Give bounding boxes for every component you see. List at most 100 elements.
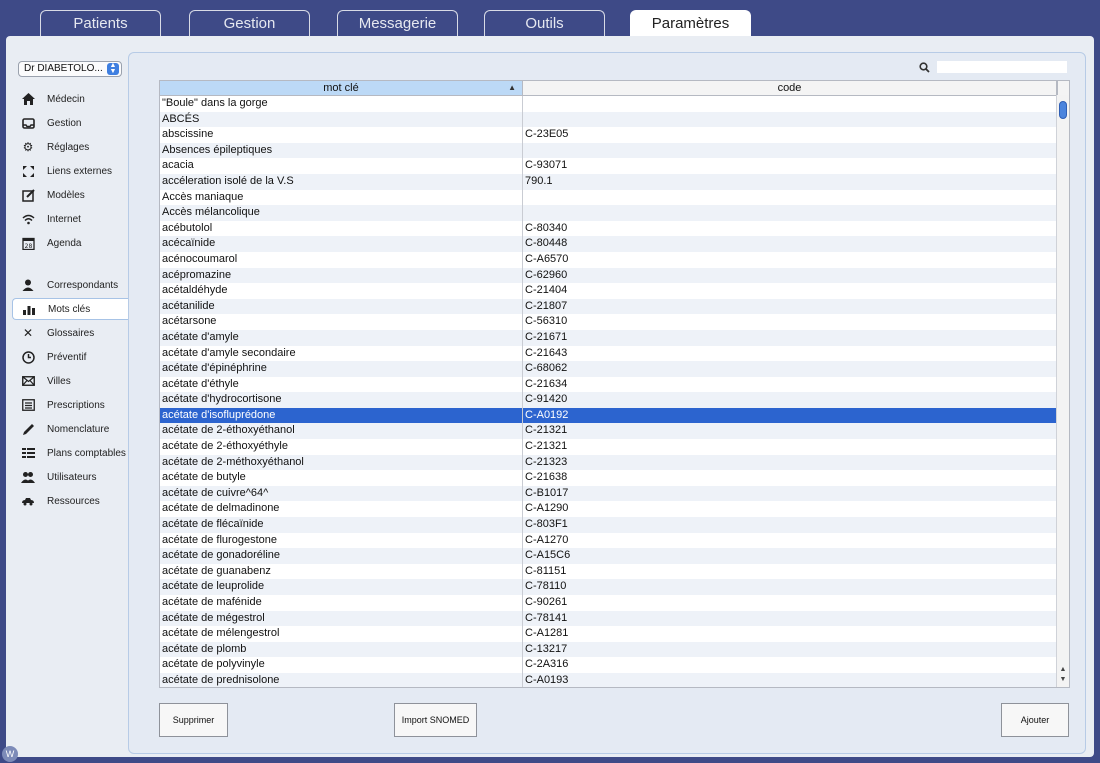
delete-button[interactable]: Supprimer [159,703,228,737]
table-row[interactable]: acétate de flécaïnide C-803F1 [160,517,1057,533]
table-header: mot clé ▲ code [160,81,1057,96]
table-row[interactable]: ABCÉS [160,111,1057,128]
table-row[interactable]: "Boule" dans la gorge [160,96,1057,112]
tab-outils[interactable]: Outils [484,10,605,36]
tab-patients[interactable]: Patients [40,10,161,36]
cell-code: C-91420 [525,393,568,406]
cell-mot-cle: abscissine [160,127,523,143]
table-row[interactable]: acépromazine C-62960 [160,267,1057,284]
sidebar-item-agenda[interactable]: 28 Agenda [12,232,128,254]
cell-code [523,205,1057,221]
sidebar-item-nomenclature[interactable]: Nomenclature [12,418,128,440]
cell-mot-cle: acétate d'amyle secondaire [160,345,523,362]
table-row[interactable]: acétate de flurogestone C-A1270 [160,532,1057,549]
sidebar-item-villes[interactable]: Villes [12,370,128,392]
table-row[interactable]: acétate de polyvinyle C-2A316 [160,657,1057,673]
table-row[interactable]: abscissine C-23E05 [160,127,1057,143]
table-row[interactable]: acétate de mélengestrol C-A1281 [160,626,1057,642]
import-snomed-button[interactable]: Import SNOMED [394,703,477,737]
vertical-scrollbar[interactable]: ▲ ▼ [1056,95,1069,687]
tab-gestion[interactable]: Gestion [189,10,310,36]
table-row[interactable]: acétate de delmadinone C-A1290 [160,501,1057,518]
cell-mot-cle: acétate de guanabenz [160,563,523,580]
cell-mot-cle: acétate de cuivre^64^ [160,485,523,502]
scroll-up-icon[interactable]: ▲ [1057,665,1069,675]
table-row[interactable]: acétate de butyle C-21638 [160,470,1057,486]
scroll-down-icon[interactable]: ▼ [1057,675,1069,685]
search-input[interactable] [937,61,1067,73]
cell-mot-cle: acétate de mégestrol [160,610,523,627]
cell-mot-cle: acétate de 2-éthoxyéthyle [160,439,523,455]
table-row[interactable]: acétate de plomb C-13217 [160,641,1057,658]
table-row[interactable]: acétate d'amyle C-21671 [160,329,1057,346]
cell-mot-cle: acétate de polyvinyle [160,657,523,673]
house-icon [21,92,35,106]
table-row[interactable]: accéleration isolé de la V.S 790.1 [160,173,1057,190]
bar-chart-icon [22,302,36,316]
table-row[interactable]: Absences épileptiques [160,142,1057,159]
table-row[interactable]: acénocoumarol C-A6570 [160,251,1057,268]
cell-mot-cle: ABCÉS [160,111,523,128]
table-row[interactable]: acétate de mégestrol C-78141 [160,610,1057,627]
table-body: "Boule" dans la gorge ABCÉS abscissine C-23… [160,96,1057,687]
table-row[interactable]: acétate d'hydrocortisone C-91420 [160,392,1057,408]
table-row[interactable]: acétate de prednisolone C-A0193 [160,672,1057,687]
sidebar-item-label: Nomenclature [47,423,110,435]
table-row[interactable]: acétarsone C-56310 [160,314,1057,330]
table-row[interactable]: acébutolol C-80340 [160,220,1057,237]
sidebar-item-medecin[interactable]: Médecin [12,88,128,110]
table-row[interactable]: acacia C-93071 [160,158,1057,174]
table-row[interactable]: Accès mélancolique [160,205,1057,221]
cell-code: C-13217 [525,642,568,655]
table-row[interactable]: acétate de mafénide C-90261 [160,595,1057,611]
sidebar-item-gestion[interactable]: Gestion [12,112,128,134]
tab-messagerie[interactable]: Messagerie [337,10,458,36]
cell-mot-cle: acétate d'épinéphrine [160,361,523,377]
cell-code: C-23E05 [525,128,569,141]
sidebar-item-internet[interactable]: Internet [12,208,128,230]
table-row[interactable]: acétate de 2-méthoxyéthanol C-21323 [160,454,1057,471]
table-row[interactable]: acétaldéhyde C-21404 [160,283,1057,299]
doctor-select[interactable]: Dr DIABETOLO... ▲ ▼ [18,61,122,77]
table-row[interactable]: acétanilide C-21807 [160,298,1057,315]
cell-code: C-A0192 [525,408,569,421]
table-row[interactable]: acétate de 2-éthoxyéthanol C-21321 [160,423,1057,440]
sidebar-item-ressources[interactable]: Ressources [12,490,128,512]
cell-mot-cle: acétate de leuprolide [160,579,523,595]
tab-parametres[interactable]: Paramètres [630,10,751,36]
sidebar-item-liens-externes[interactable]: Liens externes [12,160,128,182]
table-row[interactable]: acétate de leuprolide C-78110 [160,579,1057,595]
sidebar-item-mots-cles[interactable]: Mots clés [12,298,128,320]
table-row[interactable]: acétate de guanabenz C-81151 [160,563,1057,580]
sidebar-item-reglages[interactable]: ⚙ Réglages [12,136,128,158]
sidebar-item-prescriptions[interactable]: Prescriptions [12,394,128,416]
sidebar-item-utilisateurs[interactable]: Utilisateurs [12,466,128,488]
sidebar-item-label: Plans comptables [47,447,126,459]
column-header-mot-cle[interactable]: mot clé ▲ [160,81,523,95]
add-button[interactable]: Ajouter [1001,703,1069,737]
person-icon [21,278,35,292]
table-row[interactable]: acétate d'éthyle C-21634 [160,376,1057,393]
table-row[interactable]: acétate de 2-éthoxyéthyle C-21321 [160,439,1057,455]
cell-mot-cle: acétate de plomb [160,641,523,658]
cell-code: C-56310 [525,315,568,328]
sidebar-item-correspondants[interactable]: Correspondants [12,274,128,296]
cell-mot-cle: acétate de mélengestrol [160,626,523,642]
table-row[interactable]: acétate de cuivre^64^ C-B1017 [160,485,1057,502]
sidebar-item-preventif[interactable]: Préventif [12,346,128,368]
sidebar-item-plans-comptables[interactable]: Plans comptables [12,442,128,464]
scrollbar-thumb[interactable] [1059,101,1067,119]
table-row[interactable]: acétate de gonadoréline C-A15C6 [160,548,1057,564]
sidebar-item-glossaires[interactable]: ✕ Glossaires [12,322,128,344]
table-row[interactable]: Accès maniaque [160,189,1057,206]
keywords-table: mot clé ▲ code "Boule" dans la gorge ABCÉ… [159,80,1070,688]
cell-mot-cle: acécaïnide [160,236,523,252]
cell-mot-cle: acétate d'amyle [160,329,523,346]
table-row[interactable]: acétate d'isofluprédone C-A0192 [160,407,1057,424]
sidebar-item-modeles[interactable]: Modèles [12,184,128,206]
table-row[interactable]: acétate d'amyle secondaire C-21643 [160,345,1057,362]
table-row[interactable]: acétate d'épinéphrine C-68062 [160,361,1057,377]
table-row[interactable]: acécaïnide C-80448 [160,236,1057,252]
column-header-code[interactable]: code [523,81,1057,95]
sidebar-item-label: Mots clés [48,303,91,315]
